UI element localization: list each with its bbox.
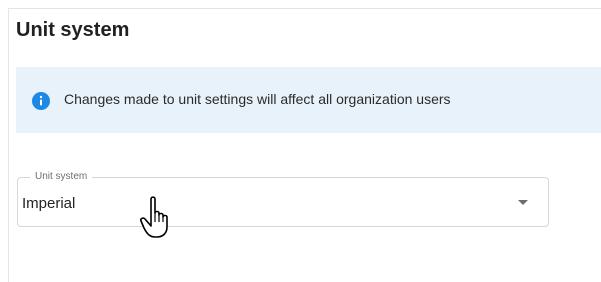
info-banner: Changes made to unit settings will affec…	[16, 67, 601, 133]
page-title: Unit system	[16, 19, 130, 41]
hand-pointer-cursor-icon	[140, 196, 168, 238]
unit-system-label: Unit system	[30, 171, 93, 183]
unit-system-select[interactable]: Unit system Imperial	[17, 171, 549, 227]
unit-system-value: Imperial	[22, 195, 76, 212]
chevron-down-icon[interactable]	[518, 200, 528, 205]
info-icon	[32, 92, 50, 110]
banner-message: Changes made to unit settings will affec…	[64, 91, 451, 107]
unit-system-panel: Unit system Changes made to unit setting…	[8, 8, 601, 282]
